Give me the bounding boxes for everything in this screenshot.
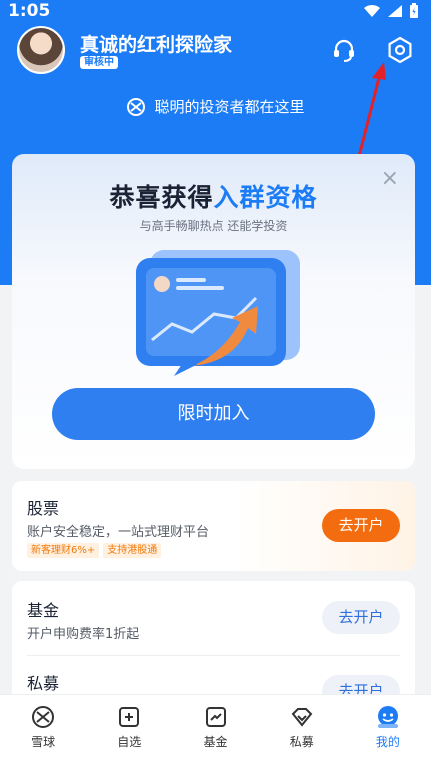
stock-desc: 账户安全稳定，一站式理财平台 [27,525,210,540]
tab-profile[interactable]: 我的 [345,695,431,762]
username[interactable]: 真诚的红利探险家 [80,30,232,57]
stock-account-card[interactable]: 股票 账户安全稳定，一站式理财平台 新客理财6%+ 支持港股通 去开户 [12,481,415,571]
stock-title: 股票 [27,499,60,518]
status-bar: 1:05 [0,0,431,24]
battery-icon [410,3,418,18]
diamond-icon [291,708,313,727]
tab-snowball[interactable]: 雪球 [0,695,86,762]
chart-icon [205,707,226,727]
group-invite-card: × 恭喜获得入群资格 与高手畅聊热点 还能学投资 限时加入 [12,154,415,469]
tag-hk-connect: 支持港股通 [103,543,162,558]
system-icons [363,3,419,19]
join-now-button[interactable]: 限时加入 [52,388,375,440]
fund-private-card: 基金 开户申购费率1折起 去开户 私募 去开户 [12,581,415,711]
stock-open-account-button[interactable]: 去开户 [322,509,400,542]
settings-icon[interactable] [386,36,414,64]
slogan-text: 聪明的投资者都在这里 [154,98,305,116]
fund-open-account-button[interactable]: 去开户 [322,601,400,634]
wifi-icon [364,4,380,17]
tab-watchlist[interactable]: 自选 [86,695,172,762]
add-square-icon [119,707,140,727]
signal-icon [388,5,402,17]
status-time: 1:05 [8,1,51,21]
snowball-logo-icon [127,98,146,116]
fund-desc: 开户申购费率1折起 [27,627,140,642]
tab-funds[interactable]: 基金 [172,695,258,762]
promo-subtitle: 与高手畅聊热点 还能学投资 [139,219,288,233]
promo-title: 恭喜获得入群资格 [109,183,318,212]
fund-title: 基金 [27,601,60,620]
profile-icon [377,706,398,728]
bottom-tab-bar: 雪球 自选 基金 私募 我的 [0,694,431,762]
tag-new-customer: 新客理财6%+ [27,543,100,558]
status-badge: 审核中 [80,56,118,69]
private-fund-title: 私募 [27,674,60,693]
divider [27,655,400,656]
avatar[interactable] [17,26,65,74]
snowball-icon [32,706,55,728]
stock-tags: 新客理财6%+ 支持港股通 [27,543,162,558]
tab-private-funds[interactable]: 私募 [259,695,345,762]
chat-chart-illustration-icon [136,250,300,376]
